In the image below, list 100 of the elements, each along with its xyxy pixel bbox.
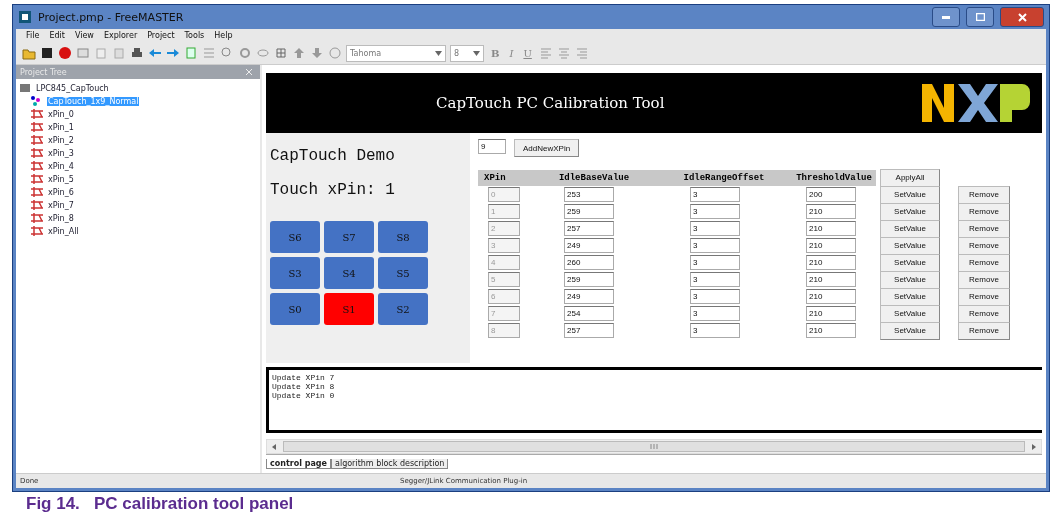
offset-field[interactable]: 3 xyxy=(690,272,740,287)
recorder-icon xyxy=(30,120,44,134)
grid-icon[interactable] xyxy=(274,46,288,60)
touch-key: S6 xyxy=(270,221,320,253)
column-header: IdleRangeOffset xyxy=(656,169,786,186)
caret-icon[interactable] xyxy=(435,50,442,56)
tree-item[interactable]: xPin_1 xyxy=(47,122,75,132)
menu-item[interactable]: Project xyxy=(147,31,175,40)
size-dropdown[interactable]: 8 xyxy=(450,44,484,62)
offset-field[interactable]: 3 xyxy=(690,238,740,253)
recorder-icon xyxy=(30,146,44,160)
menu-item[interactable]: Tools xyxy=(184,31,205,40)
touch-key: S8 xyxy=(378,221,428,253)
tree-item[interactable]: xPin_8 xyxy=(47,213,75,223)
save-icon[interactable] xyxy=(40,46,54,60)
tree-item[interactable]: xPin_4 xyxy=(47,161,75,171)
threshold-field[interactable]: 210 xyxy=(806,204,856,219)
maximize-button[interactable] xyxy=(966,7,994,27)
window-icon[interactable] xyxy=(76,46,90,60)
banner-title: CapTouch PC Calibration Tool xyxy=(436,94,665,112)
stop-icon[interactable] xyxy=(58,46,72,60)
threshold-field[interactable]: 210 xyxy=(806,255,856,270)
figure-caption: Fig 14. PC calibration tool panel xyxy=(25,493,295,515)
offset-field[interactable]: 3 xyxy=(690,306,740,321)
menu-item[interactable]: Explorer xyxy=(103,31,138,40)
base-field[interactable]: 249 xyxy=(564,289,614,304)
window-title: Project.pmp - FreeMASTER xyxy=(38,10,185,24)
offset-field[interactable]: 3 xyxy=(690,289,740,304)
log-line: Update XPin 7 xyxy=(272,373,336,382)
base-field[interactable]: 249 xyxy=(564,238,614,253)
column-header: XPin xyxy=(478,169,526,186)
touch-key: S7 xyxy=(324,221,374,253)
recorder-icon xyxy=(30,159,44,173)
touch-key: S2 xyxy=(378,293,428,325)
log-line: Update XPin 8 xyxy=(272,382,336,391)
offset-field[interactable]: 3 xyxy=(690,255,740,270)
base-field[interactable]: 257 xyxy=(564,221,614,236)
arrow-down-icon[interactable] xyxy=(310,46,324,60)
threshold-field[interactable]: 210 xyxy=(806,272,856,287)
column-header: ThresholdValue xyxy=(786,169,876,186)
threshold-field[interactable]: 200 xyxy=(806,187,856,202)
recorder-icon xyxy=(30,185,44,199)
base-field[interactable]: 259 xyxy=(564,204,614,219)
touch-key: S5 xyxy=(378,257,428,289)
pane-title: Project Tree xyxy=(20,67,67,77)
align-center-icon[interactable] xyxy=(556,46,571,60)
offset-field[interactable]: 3 xyxy=(690,323,740,338)
minimize-button[interactable] xyxy=(932,7,960,27)
touch-status: Touch xPin: 1 xyxy=(270,181,396,199)
page-tab[interactable]: control page xyxy=(266,459,331,469)
menu-item[interactable]: File xyxy=(26,31,40,40)
tree-item[interactable]: xPin_7 xyxy=(47,200,75,210)
menu-item[interactable]: Edit xyxy=(49,31,65,40)
offset-field[interactable]: 3 xyxy=(690,204,740,219)
offset-field[interactable]: 3 xyxy=(690,221,740,236)
xpin-field[interactable]: 9 xyxy=(478,139,506,154)
touch-key: S0 xyxy=(270,293,320,325)
apply-all-button[interactable]: ApplyAll xyxy=(880,168,940,187)
tree-item[interactable]: LPC845_CapTouch xyxy=(35,83,110,93)
arrow-up-icon[interactable] xyxy=(292,46,306,60)
arrow-left-icon[interactable] xyxy=(148,46,162,60)
threshold-field[interactable]: 210 xyxy=(806,306,856,321)
remove-button[interactable]: Remove xyxy=(958,185,1010,204)
threshold-field[interactable]: 210 xyxy=(806,323,856,338)
threshold-field[interactable]: 210 xyxy=(806,289,856,304)
add-button[interactable]: AddNewXPin xyxy=(514,139,580,157)
app-icon xyxy=(18,10,32,24)
chip-icon xyxy=(18,81,32,95)
tree-item[interactable]: xPin_0 xyxy=(47,109,75,119)
tree-item[interactable]: xPin_5 xyxy=(47,174,75,184)
align-left-icon[interactable] xyxy=(538,46,553,60)
recorder-icon xyxy=(30,133,44,147)
base-field[interactable]: 259 xyxy=(564,272,614,287)
align-right-icon[interactable] xyxy=(574,46,589,60)
tree-item[interactable]: xPin_3 xyxy=(47,148,75,158)
base-field[interactable]: 254 xyxy=(564,306,614,321)
tree-item[interactable]: xPin_All xyxy=(47,226,80,236)
tree-item[interactable]: xPin_6 xyxy=(47,187,75,197)
base-field[interactable]: 257 xyxy=(564,323,614,338)
tree-item[interactable]: xPin_2 xyxy=(47,135,75,145)
threshold-field[interactable]: 210 xyxy=(806,238,856,253)
base-field[interactable]: 260 xyxy=(564,255,614,270)
column-header: IdleBaseValue xyxy=(526,169,656,186)
menu-item[interactable]: Help xyxy=(214,31,233,40)
base-field[interactable]: 253 xyxy=(564,187,614,202)
threshold-field[interactable]: 210 xyxy=(806,221,856,236)
arrow-right-icon[interactable] xyxy=(166,46,180,60)
recorder-icon xyxy=(30,107,44,121)
printer-icon[interactable] xyxy=(130,46,144,60)
list-icon[interactable] xyxy=(202,46,216,60)
font-dropdown[interactable]: Tahoma xyxy=(346,44,446,62)
scrollbar-thumb[interactable] xyxy=(283,441,1025,452)
recorder-icon xyxy=(30,211,44,225)
offset-field[interactable]: 3 xyxy=(690,187,740,202)
demo-title: CapTouch Demo xyxy=(270,147,396,165)
caret-icon[interactable] xyxy=(473,50,480,56)
recorder-icon xyxy=(30,198,44,212)
menu-item[interactable]: View xyxy=(74,31,94,40)
page-tab[interactable]: algorithm block description xyxy=(331,459,449,469)
close-button[interactable] xyxy=(1000,7,1044,27)
